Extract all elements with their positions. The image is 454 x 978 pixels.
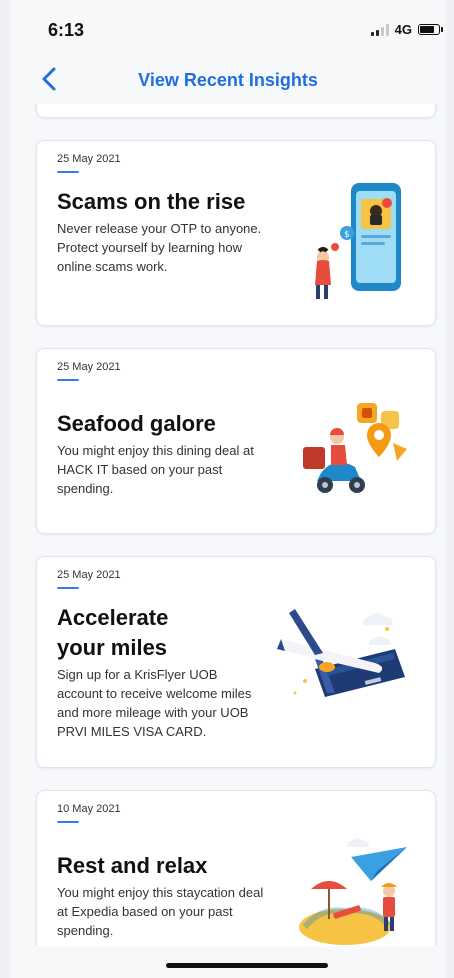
insight-title: Scams on the rise [57, 189, 246, 214]
food-delivery-illustration [295, 395, 415, 510]
insight-body: You might enjoy this staycation deal at … [57, 885, 264, 938]
insight-title: Seafood galore [57, 411, 216, 436]
insights-list[interactable]: 25 May 2021 Scams on the rise Never rele… [10, 104, 446, 946]
airplane-card-illustration [275, 599, 415, 714]
nav-bar: View Recent Insights [10, 52, 446, 108]
signal-icon [370, 23, 389, 36]
insight-body: You might enjoy this dining deal at HACK… [57, 443, 254, 496]
phone-scam-illustration: $ [305, 177, 415, 312]
home-indicator[interactable] [166, 963, 328, 968]
network-label: 4G [394, 22, 412, 37]
status-indicators: 4G [370, 22, 443, 37]
insight-date: 25 May 2021 [57, 569, 121, 581]
status-time: 6:13 [48, 20, 85, 40]
svg-text:$: $ [344, 230, 350, 240]
insight-title: Rest and relax [57, 853, 208, 878]
insight-card[interactable]: 10 May 2021 Rest and relax You might enj… [36, 790, 436, 946]
status-bar: 6:13 4G [10, 0, 446, 50]
battery-icon [418, 24, 443, 35]
insight-card[interactable]: 25 May 2021 Scams on the rise Never rele… [36, 140, 436, 326]
beach-vacation-illustration [295, 831, 415, 946]
insight-card[interactable]: 25 May 2021 Accelerate your miles Sign u… [36, 556, 436, 768]
insight-date: 25 May 2021 [57, 361, 121, 373]
insight-card[interactable]: 25 May 2021 Seafood galore You might enj… [36, 348, 436, 534]
accent-line [57, 587, 79, 589]
insight-body: Never release your OTP to anyone. Protec… [57, 221, 262, 274]
phone-screen: 6:13 4G View Recent Insights 25 May 2021… [0, 0, 454, 978]
app-screen: 6:13 4G View Recent Insights 25 May 2021… [10, 0, 446, 978]
insight-body: Sign up for a KrisFlyer UOB account to r… [57, 667, 252, 739]
page-title: View Recent Insights [138, 70, 318, 90]
accent-line [57, 821, 79, 823]
accent-line [57, 379, 79, 381]
insight-date: 10 May 2021 [57, 803, 121, 815]
insight-title: Accelerate your miles [57, 605, 169, 660]
insight-card-partial[interactable] [36, 104, 436, 118]
accent-line [57, 171, 79, 173]
insight-date: 25 May 2021 [57, 153, 121, 165]
